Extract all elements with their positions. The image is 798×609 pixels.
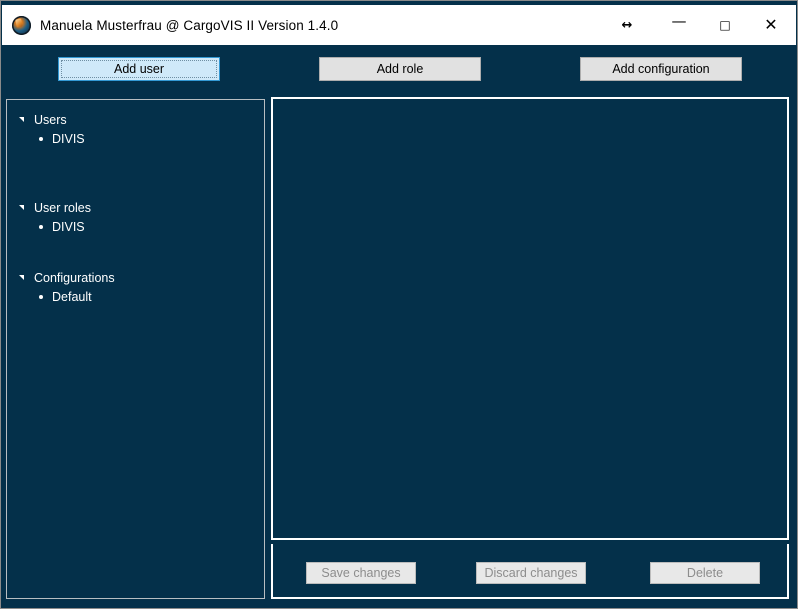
add-configuration-button[interactable]: Add configuration xyxy=(580,57,742,81)
delete-label: Delete xyxy=(686,566,724,580)
add-role-label: Add role xyxy=(376,62,424,76)
tree-group-user-roles: User roles DIVIS xyxy=(7,198,264,236)
bullet-icon xyxy=(39,294,43,299)
tree-group-users: Users DIVIS xyxy=(7,110,264,148)
title-bar[interactable]: Manuela Musterfrau @ CargoVIS II Version… xyxy=(2,2,796,45)
tree-children-user-roles: DIVIS xyxy=(7,217,264,236)
globe-icon xyxy=(12,15,31,35)
toolbar: Add user Add role Add configuration xyxy=(2,45,796,94)
bullet-icon xyxy=(39,136,43,141)
chevron-expanded-icon[interactable] xyxy=(18,202,30,214)
delete-button[interactable]: Delete xyxy=(650,562,760,584)
save-changes-button[interactable]: Save changes xyxy=(306,562,416,584)
tree-item-user-roles-divis[interactable]: DIVIS xyxy=(7,217,264,236)
detail-panel xyxy=(271,97,789,540)
tree-item-users-divis[interactable]: DIVIS xyxy=(7,129,264,148)
action-bar: Save changes Discard changes Delete xyxy=(271,544,789,599)
tree-group-label: User roles xyxy=(34,200,91,215)
add-user-label: Add user xyxy=(113,62,165,76)
tree-item-label: DIVIS xyxy=(52,131,85,146)
add-role-button[interactable]: Add role xyxy=(319,57,481,81)
tree-children-configurations: Default xyxy=(7,287,264,306)
close-button[interactable]: ✕ xyxy=(748,5,794,45)
tree-group-header-user-roles[interactable]: User roles xyxy=(7,198,264,217)
add-configuration-label: Add configuration xyxy=(612,62,710,76)
window-controls: ↔ — □ ✕ xyxy=(598,5,796,45)
detail-content-area xyxy=(273,99,787,538)
minimize-icon: — xyxy=(671,11,687,30)
add-user-button[interactable]: Add user xyxy=(58,57,220,81)
tree-children-users: DIVIS xyxy=(7,129,264,148)
minimize-button[interactable]: — xyxy=(656,5,702,45)
tree-group-header-users[interactable]: Users xyxy=(7,110,264,129)
discard-changes-label: Discard changes xyxy=(484,566,578,580)
window-title: Manuela Musterfrau @ CargoVIS II Version… xyxy=(40,17,339,33)
discard-changes-button[interactable]: Discard changes xyxy=(476,562,586,584)
chevron-expanded-icon[interactable] xyxy=(18,272,30,284)
tree-item-label: Default xyxy=(52,289,92,304)
tree-group-label: Users xyxy=(34,112,67,127)
bullet-icon xyxy=(39,224,43,229)
tree-item-label: DIVIS xyxy=(52,219,85,234)
tree-group-label: Configurations xyxy=(34,270,115,285)
tree-item-configurations-default[interactable]: Default xyxy=(7,287,264,306)
chevron-expanded-icon[interactable] xyxy=(18,114,30,126)
resize-arrows-icon: ↔ xyxy=(621,17,633,33)
application-window: Manuela Musterfrau @ CargoVIS II Version… xyxy=(0,0,798,609)
maximize-icon: □ xyxy=(719,18,731,32)
maximize-button[interactable]: □ xyxy=(702,5,748,45)
navigation-tree: Users DIVIS User roles DIVIS Configurati… xyxy=(7,100,264,306)
close-icon: ✕ xyxy=(764,15,778,34)
save-changes-label: Save changes xyxy=(321,566,401,580)
tree-group-configurations: Configurations Default xyxy=(7,268,264,306)
tree-group-header-configurations[interactable]: Configurations xyxy=(7,268,264,287)
restore-size-button[interactable]: ↔ xyxy=(598,5,656,45)
navigation-tree-panel[interactable]: Users DIVIS User roles DIVIS Configurati… xyxy=(6,99,265,599)
